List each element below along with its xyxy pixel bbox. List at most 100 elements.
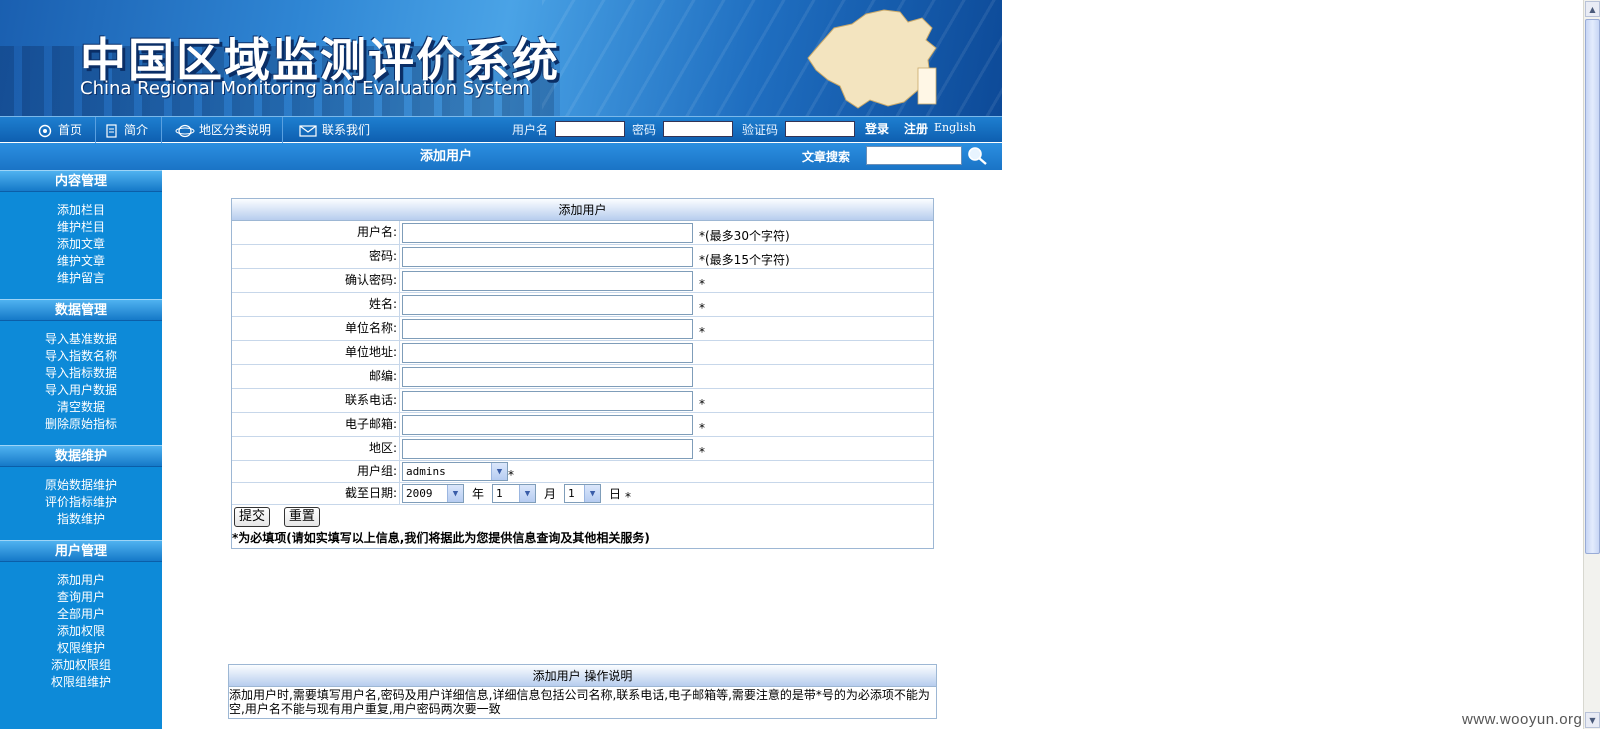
register-button[interactable]: 注册 [904,117,928,143]
chevron-down-icon: ▼ [447,485,463,502]
required-mark: * [699,324,705,339]
region-field[interactable] [402,438,693,459]
sidebar-item-maintain-message[interactable]: 维护留言 [0,270,162,287]
sidebar-group-content-title: 内容管理 [0,170,162,192]
chevron-down-icon: ▼ [584,485,601,502]
login-button[interactable]: 登录 [865,117,889,143]
sidebar-item-import-base[interactable]: 导入基准数据 [0,331,162,348]
nav-contact[interactable]: 联系我们 [298,117,380,143]
username-input[interactable] [555,121,625,137]
confirm-password-field[interactable] [402,270,693,291]
sidebar-item-add-permission-group[interactable]: 添加权限组 [0,657,162,674]
year-select[interactable]: 2009 ▼ [402,484,464,503]
month-value: 1 [496,487,503,500]
required-mark: * [508,467,514,482]
day-value: 1 [568,487,575,500]
sidebar-item-raw-data[interactable]: 原始数据维护 [0,477,162,494]
month-unit: 月 [544,487,557,501]
search-icon[interactable] [966,146,988,166]
username-field[interactable] [402,222,693,243]
form-row-confirm-password: 确认密码: * [232,269,933,293]
name-field-label: 姓名: [232,293,400,316]
sidebar-group-data: 导入基准数据 导入指数名称 导入指标数据 导入用户数据 清空数据 删除原始指标 [0,321,162,445]
sidebar-item-add-article[interactable]: 添加文章 [0,236,162,253]
submit-button[interactable]: 提交 [234,507,271,527]
site-banner: 中国区域监测评价系统 China Regional Monitoring and… [0,0,1002,116]
username-label: 用户名 [512,123,549,137]
site-subtitle: China Regional Monitoring and Evaluation… [80,78,530,99]
phone-field[interactable] [402,390,693,411]
nav-contact-label: 联系我们 [322,123,371,137]
sidebar-group-maintenance-title: 数据维护 [0,445,162,467]
sidebar-item-import-index-names[interactable]: 导入指数名称 [0,348,162,365]
reset-button[interactable]: 重置 [283,507,320,527]
sidebar-item-import-indicators[interactable]: 导入指标数据 [0,365,162,382]
company-field[interactable] [402,318,693,339]
vertical-scrollbar[interactable]: ▲ ▼ [1583,0,1600,729]
chevron-down-icon: ▼ [519,485,536,502]
form-row-company: 单位名称: * [232,317,933,341]
nav-intro[interactable]: 简介 [104,117,162,143]
captcha-input[interactable] [785,121,855,137]
month-select[interactable]: 1 ▼ [492,484,537,503]
sidebar-item-add-permission[interactable]: 添加权限 [0,623,162,640]
form-title: 添加用户 [232,199,933,221]
required-mark: * [699,300,705,315]
scroll-down-icon[interactable]: ▼ [1585,712,1600,728]
password-field[interactable] [402,246,693,267]
sidebar-item-import-users[interactable]: 导入用户数据 [0,382,162,399]
form-row-postcode: 邮编: [232,365,933,389]
sidebar-group-data-title: 数据管理 [0,299,162,321]
user-group-select[interactable]: admins ▼ [402,462,508,481]
document-icon [106,123,117,138]
sidebar-item-clear-data[interactable]: 清空数据 [0,399,162,416]
sidebar-item-eval-indicators[interactable]: 评价指标维护 [0,494,162,511]
region-field-label: 地区: [232,437,400,460]
sidebar-item-add-user[interactable]: 添加用户 [0,572,162,589]
form-row-address: 单位地址: [232,341,933,365]
home-icon [38,124,52,137]
address-field[interactable] [402,342,693,363]
globe-icon [175,124,195,137]
nav-home[interactable]: 首页 [38,117,96,143]
article-search-input[interactable] [866,146,962,165]
form-buttons: 提交 重置 [232,505,933,529]
postcode-field[interactable] [402,366,693,387]
password-label: 密码 [632,123,657,137]
sidebar-item-query-user[interactable]: 查询用户 [0,589,162,606]
form-row-region: 地区: * [232,437,933,461]
email-field[interactable] [402,414,693,435]
password-input[interactable] [663,121,733,137]
scroll-up-icon[interactable]: ▲ [1585,1,1600,17]
email-field-label: 电子邮箱: [232,413,400,436]
expiry-date-label: 截至日期: [232,483,400,504]
required-mark: * [699,420,705,435]
captcha-label: 验证码 [742,123,779,137]
sidebar-item-permission-group-maintain[interactable]: 权限组维护 [0,674,162,691]
scrollbar-thumb[interactable] [1585,19,1600,554]
sidebar-item-maintain-column[interactable]: 维护栏目 [0,219,162,236]
operation-help-panel: 添加用户 操作说明 添加用户时,需要填写用户名,密码及用户详细信息,详细信息包括… [228,664,937,719]
english-link[interactable]: English [934,117,976,143]
required-note: *为必填项(请如实填写以上信息,我们将据此为您提供信息查询及其他相关服务) [232,531,650,545]
sidebar-item-all-users[interactable]: 全部用户 [0,606,162,623]
sidebar-item-delete-raw[interactable]: 删除原始指标 [0,416,162,433]
username-field-label: 用户名: [232,221,400,244]
china-map-icon [807,9,937,109]
sidebar-item-permission-maintain[interactable]: 权限维护 [0,640,162,657]
form-row-expiry-date: 截至日期: 2009 ▼ 年 1 ▼ 月 1 ▼ 日 * [232,483,933,505]
form-row-email: 电子邮箱: * [232,413,933,437]
form-row-phone: 联系电话: * [232,389,933,413]
year-unit: 年 [472,487,485,501]
day-select[interactable]: 1 ▼ [564,484,602,503]
article-search-label: 文章搜索 [802,150,851,164]
sidebar-item-add-column[interactable]: 添加栏目 [0,202,162,219]
name-field[interactable] [402,294,693,315]
sidebar-item-maintain-article[interactable]: 维护文章 [0,253,162,270]
help-title: 添加用户 操作说明 [229,665,936,687]
envelope-icon [299,124,317,137]
form-row-user-group: 用户组: admins ▼ * [232,461,933,483]
sidebar-item-index-maintain[interactable]: 指数维护 [0,511,162,528]
nav-region-guide[interactable]: 地区分类说明 [175,117,283,143]
confirm-password-field-label: 确认密码: [232,269,400,292]
